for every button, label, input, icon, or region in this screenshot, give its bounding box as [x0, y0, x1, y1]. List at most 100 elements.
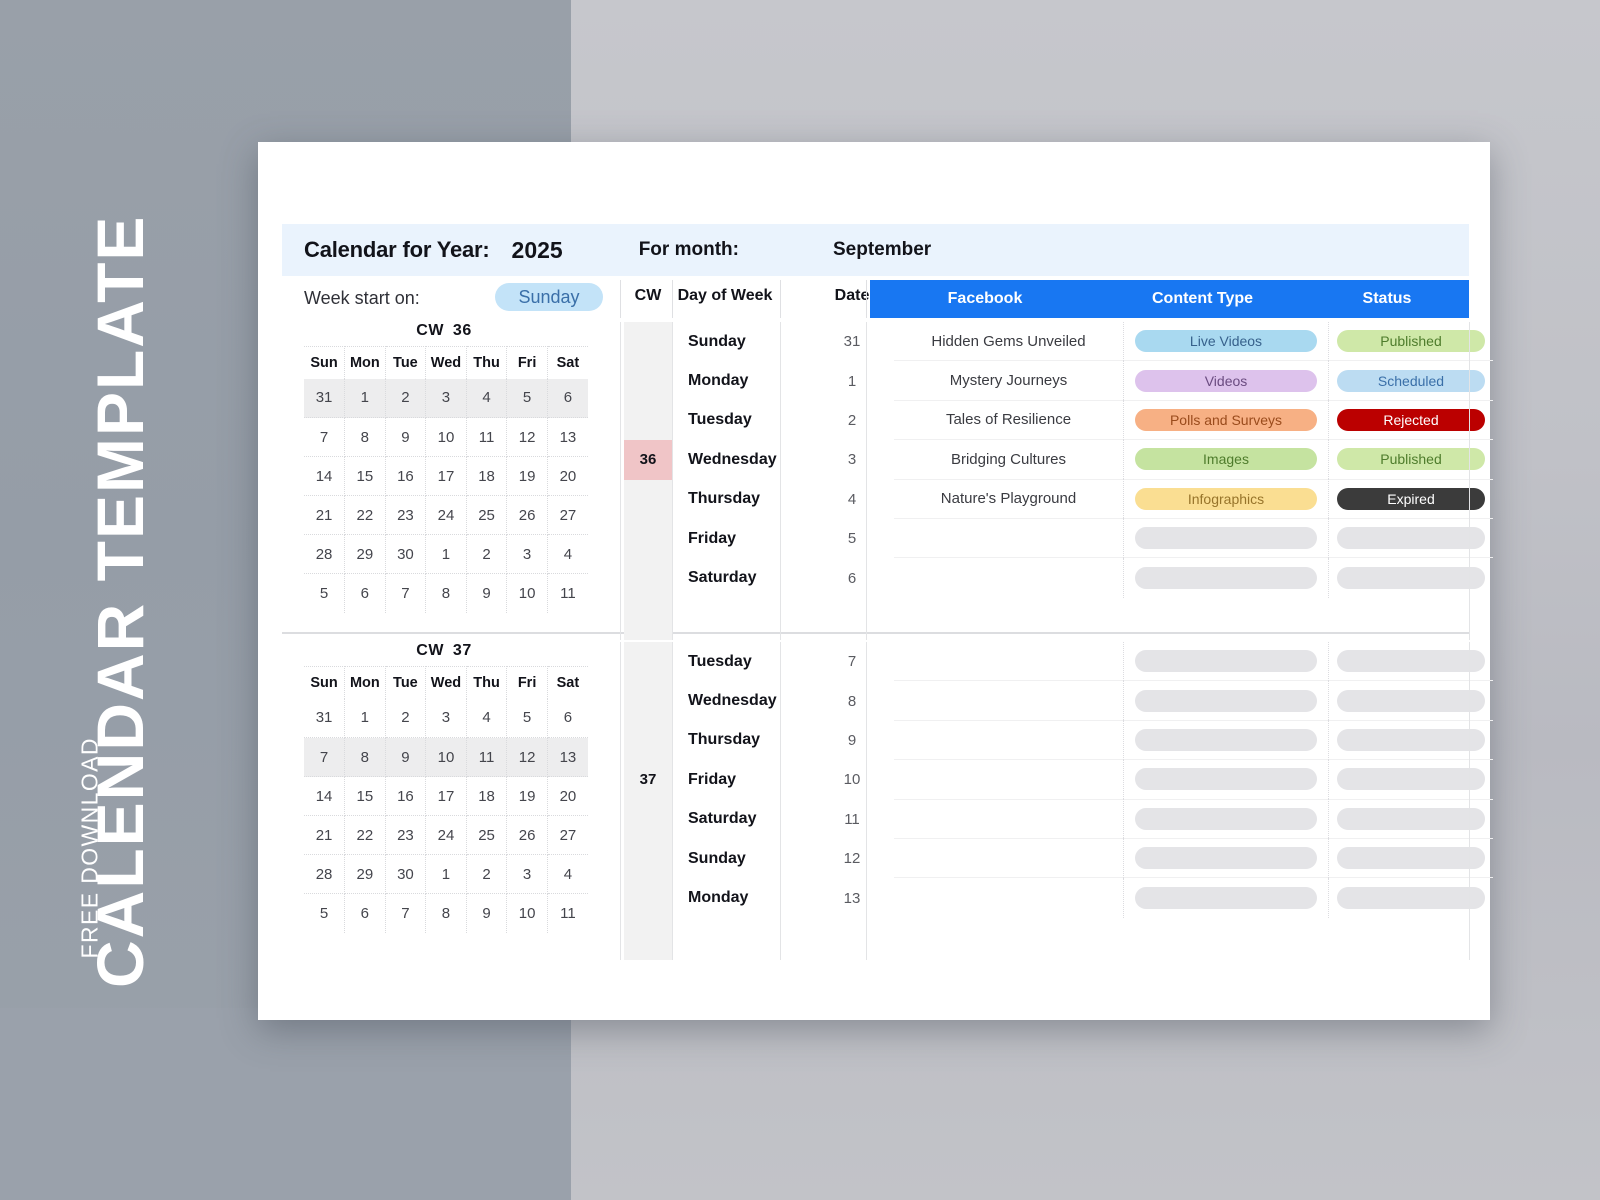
calendar-day-cell[interactable]: 15 — [344, 456, 386, 496]
calendar-day-cell[interactable]: 28 — [304, 534, 346, 574]
calendar-day-cell[interactable]: 8 — [425, 893, 467, 933]
calendar-day-cell[interactable]: 11 — [466, 417, 508, 457]
content-type-badge[interactable]: Live Videos — [1135, 330, 1317, 353]
calendar-day-cell[interactable]: 1 — [425, 854, 467, 894]
calendar-day-cell[interactable]: 28 — [304, 854, 346, 894]
calendar-day-cell[interactable]: 13 — [547, 737, 588, 777]
facebook-cell[interactable]: Nature's Playground — [894, 479, 1124, 519]
calendar-day-cell[interactable]: 11 — [466, 737, 508, 777]
calendar-day-cell[interactable]: 7 — [304, 737, 346, 777]
calendar-day-cell[interactable]: 3 — [425, 378, 467, 418]
status-badge[interactable] — [1337, 847, 1485, 870]
content-type-cell[interactable] — [1124, 558, 1329, 598]
calendar-day-cell[interactable]: 31 — [304, 698, 346, 738]
content-type-cell[interactable] — [1124, 759, 1329, 800]
calendar-day-cell[interactable]: 18 — [466, 776, 508, 816]
calendar-day-cell[interactable]: 19 — [506, 776, 548, 816]
calendar-day-cell[interactable]: 12 — [506, 737, 548, 777]
calendar-day-cell[interactable]: 29 — [344, 854, 386, 894]
content-type-cell[interactable]: Infographics — [1124, 479, 1329, 519]
facebook-cell[interactable] — [894, 720, 1124, 760]
content-type-badge[interactable] — [1135, 807, 1317, 830]
facebook-cell[interactable]: Bridging Cultures — [894, 439, 1124, 480]
status-badge[interactable] — [1337, 807, 1485, 830]
calendar-day-cell[interactable]: 15 — [344, 776, 386, 816]
content-type-badge[interactable] — [1135, 768, 1317, 791]
status-badge[interactable] — [1337, 689, 1485, 712]
facebook-cell[interactable]: Tales of Resilience — [894, 400, 1124, 440]
calendar-day-cell[interactable]: 24 — [425, 815, 467, 855]
facebook-cell[interactable]: Mystery Journeys — [894, 360, 1124, 401]
calendar-day-cell[interactable]: 18 — [466, 456, 508, 496]
content-type-cell[interactable]: Videos — [1124, 360, 1329, 401]
content-type-cell[interactable] — [1124, 518, 1329, 558]
facebook-cell[interactable] — [894, 759, 1124, 800]
status-badge[interactable] — [1337, 768, 1485, 791]
content-type-cell[interactable]: Live Videos — [1124, 321, 1329, 361]
content-type-cell[interactable]: Images — [1124, 439, 1329, 480]
calendar-day-cell[interactable]: 1 — [425, 534, 467, 574]
calendar-day-cell[interactable]: 27 — [547, 495, 588, 535]
calendar-day-cell[interactable]: 6 — [344, 573, 386, 613]
status-badge[interactable] — [1337, 527, 1485, 550]
calendar-day-cell[interactable]: 16 — [385, 456, 427, 496]
calendar-day-cell[interactable]: 19 — [506, 456, 548, 496]
calendar-day-cell[interactable]: 5 — [506, 698, 548, 738]
calendar-day-cell[interactable]: 11 — [547, 574, 588, 613]
calendar-day-cell[interactable]: 5 — [304, 893, 346, 933]
calendar-day-cell[interactable]: 17 — [425, 456, 467, 496]
calendar-day-cell[interactable]: 5 — [304, 573, 346, 613]
calendar-day-cell[interactable]: 1 — [344, 378, 386, 418]
calendar-day-cell[interactable]: 7 — [385, 573, 427, 613]
calendar-day-cell[interactable]: 9 — [385, 417, 427, 457]
content-type-badge[interactable] — [1135, 887, 1317, 910]
calendar-day-cell[interactable]: 21 — [304, 495, 346, 535]
content-type-cell[interactable] — [1124, 838, 1329, 878]
calendar-day-cell[interactable]: 22 — [344, 495, 386, 535]
calendar-day-cell[interactable]: 3 — [506, 854, 548, 894]
calendar-day-cell[interactable]: 9 — [466, 893, 508, 933]
calendar-day-cell[interactable]: 30 — [385, 854, 427, 894]
calendar-day-cell[interactable]: 29 — [344, 534, 386, 574]
status-badge[interactable] — [1337, 728, 1485, 751]
calendar-day-cell[interactable]: 25 — [466, 495, 508, 535]
calendar-day-cell[interactable]: 8 — [344, 417, 386, 457]
calendar-day-cell[interactable]: 2 — [466, 534, 508, 574]
facebook-cell[interactable] — [894, 838, 1124, 878]
calendar-day-cell[interactable]: 24 — [425, 495, 467, 535]
content-type-badge[interactable] — [1135, 650, 1317, 673]
calendar-day-cell[interactable]: 8 — [344, 737, 386, 777]
calendar-day-cell[interactable]: 1 — [344, 698, 386, 738]
calendar-day-cell[interactable]: 11 — [547, 894, 588, 933]
calendar-day-cell[interactable]: 16 — [385, 776, 427, 816]
calendar-day-cell[interactable]: 20 — [547, 776, 588, 816]
calendar-day-cell[interactable]: 12 — [506, 417, 548, 457]
calendar-day-cell[interactable]: 7 — [385, 893, 427, 933]
status-badge[interactable] — [1337, 650, 1485, 673]
facebook-cell[interactable] — [894, 680, 1124, 721]
week-start-select[interactable]: Sunday — [495, 283, 603, 311]
calendar-day-cell[interactable]: 10 — [425, 737, 467, 777]
calendar-day-cell[interactable]: 6 — [547, 698, 588, 738]
content-type-cell[interactable] — [1124, 680, 1329, 721]
content-type-badge[interactable]: Videos — [1135, 369, 1317, 392]
content-type-badge[interactable] — [1135, 728, 1317, 751]
facebook-cell[interactable] — [894, 518, 1124, 558]
calendar-day-cell[interactable]: 4 — [547, 534, 588, 574]
calendar-day-cell[interactable]: 26 — [506, 815, 548, 855]
calendar-day-cell[interactable]: 8 — [425, 573, 467, 613]
calendar-day-cell[interactable]: 14 — [304, 776, 346, 816]
status-badge[interactable]: Rejected — [1337, 408, 1485, 431]
calendar-day-cell[interactable]: 2 — [385, 378, 427, 418]
content-type-badge[interactable] — [1135, 689, 1317, 712]
calendar-day-cell[interactable]: 3 — [506, 534, 548, 574]
status-badge[interactable] — [1337, 887, 1485, 910]
calendar-day-cell[interactable]: 4 — [547, 854, 588, 894]
calendar-day-cell[interactable]: 10 — [506, 573, 548, 613]
content-type-badge[interactable] — [1135, 527, 1317, 550]
content-type-badge[interactable]: Infographics — [1135, 487, 1317, 510]
facebook-cell[interactable] — [894, 558, 1124, 598]
status-badge[interactable]: Published — [1337, 330, 1485, 353]
content-type-cell[interactable] — [1124, 720, 1329, 760]
calendar-day-cell[interactable]: 20 — [547, 456, 588, 496]
